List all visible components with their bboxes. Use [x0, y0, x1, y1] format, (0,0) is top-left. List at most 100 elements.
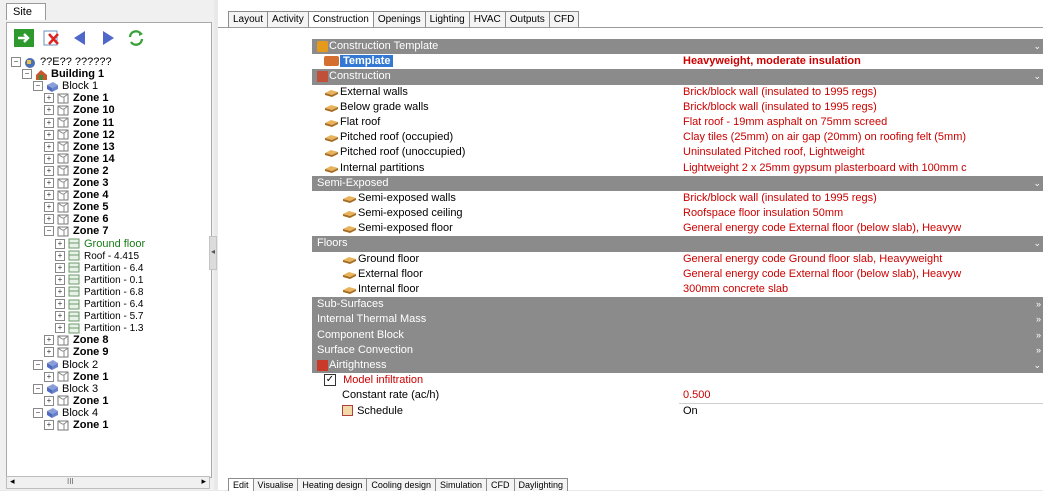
collapse-minus-icon[interactable]: −	[33, 383, 43, 394]
property-value[interactable]: Clay tiles (25mm) on air gap (20mm) on r…	[683, 130, 966, 145]
property-value[interactable]: General energy code Ground floor slab, H…	[683, 252, 942, 267]
property-value[interactable]: Roofspace floor insulation 50mm	[683, 206, 843, 221]
property-row[interactable]: External floor General energy code Extern…	[312, 267, 1043, 282]
tab-outputs[interactable]: Outputs	[504, 11, 549, 28]
tab-openings[interactable]: Openings	[372, 11, 425, 28]
tree-node-zone[interactable]: + Zone 3	[44, 177, 108, 190]
property-row[interactable]: Flat roof Flat roof - 19mm asphalt on 75m…	[312, 115, 1043, 130]
tree-node-zone[interactable]: + Zone 6	[44, 213, 108, 226]
expand-plus-icon[interactable]: +	[44, 395, 54, 406]
schedule-row[interactable]: Schedule On	[312, 404, 1043, 419]
property-value[interactable]: Flat roof - 19mm asphalt on 75mm screed	[683, 115, 887, 130]
tree-node-zone[interactable]: + Zone 12	[44, 129, 115, 142]
expand-plus-icon[interactable]: +	[55, 323, 65, 334]
expand-plus-icon[interactable]: +	[44, 178, 54, 189]
delete-icon[interactable]	[41, 28, 63, 48]
expand-plus-icon[interactable]: +	[44, 141, 54, 152]
property-row[interactable]: Semi-exposed walls Brick/block wall (insu…	[312, 191, 1043, 206]
bottom-tab-visualise[interactable]: Visualise	[252, 478, 298, 491]
tree-node-zone[interactable]: + Zone 8	[44, 334, 108, 347]
tree-node-zone[interactable]: + Zone 1	[44, 395, 108, 408]
tab-hvac[interactable]: HVAC	[468, 11, 505, 28]
expand-plus-icon[interactable]: +	[44, 93, 54, 104]
collapse-arrow-icon[interactable]: ◂	[211, 247, 215, 256]
property-value[interactable]: 300mm concrete slab	[683, 282, 788, 297]
bottom-tab-daylighting[interactable]: Daylighting	[513, 478, 569, 491]
expand-plus-icon[interactable]: +	[44, 153, 54, 164]
property-row[interactable]: Ground floor General energy code Ground f…	[312, 252, 1043, 267]
constant-rate-input[interactable]: 0.500	[683, 388, 711, 403]
expand-plus-icon[interactable]: +	[44, 347, 54, 358]
property-value[interactable]: Brick/block wall (insulated to 1995 regs…	[683, 85, 877, 100]
tab-layout[interactable]: Layout	[228, 11, 268, 28]
property-value[interactable]: Brick/block wall (insulated to 1995 regs…	[683, 191, 877, 206]
collapse-minus-icon[interactable]: −	[33, 81, 43, 92]
tab-construction[interactable]: Construction	[307, 11, 373, 28]
tab-cfd[interactable]: CFD	[548, 11, 580, 28]
tree-node-surface[interactable]: + Ground floor	[55, 238, 145, 251]
bottom-tab-edit[interactable]: Edit	[228, 478, 253, 491]
section-internal-thermal-mass[interactable]: Internal Thermal Mass »	[312, 312, 1043, 328]
tab-activity[interactable]: Activity	[267, 11, 308, 28]
tree-node-zone[interactable]: + Zone 10	[44, 104, 115, 117]
refresh-icon[interactable]	[125, 28, 147, 48]
property-row[interactable]: Internal floor 300mm concrete slab	[312, 282, 1043, 297]
tree-node-surface[interactable]: + Partition - 0.1	[55, 274, 143, 287]
expand-plus-icon[interactable]: +	[55, 286, 65, 297]
collapse-minus-icon[interactable]: −	[33, 359, 43, 370]
section-airtightness[interactable]: Airtightness ⌄	[312, 357, 1043, 374]
expand-chevron-icon[interactable]: »	[1036, 328, 1041, 343]
section-semi-exposed[interactable]: Semi-Exposed ⌄	[312, 175, 1043, 191]
tree-node-zone[interactable]: + Zone 14	[44, 153, 115, 166]
tree-node-zone[interactable]: + Zone 1	[44, 419, 108, 432]
expand-plus-icon[interactable]: +	[44, 190, 54, 201]
constant-rate-row[interactable]: Constant rate (ac/h) 0.500	[312, 388, 1043, 404]
tree-node-zone[interactable]: + Zone 11	[44, 117, 114, 130]
template-value[interactable]: Heavyweight, moderate insulation	[683, 54, 861, 69]
scroll-thumb-grip[interactable]: III	[67, 477, 74, 486]
property-row[interactable]: Below grade walls Brick/block wall (insul…	[312, 100, 1043, 115]
section-component-block[interactable]: Component Block »	[312, 327, 1043, 343]
expand-plus-icon[interactable]: +	[55, 311, 65, 322]
tree-node-building[interactable]: − Building 1	[22, 68, 104, 81]
expand-chevron-icon[interactable]: »	[1036, 297, 1041, 312]
tree-node-surface[interactable]: + Partition - 6.4	[55, 298, 143, 311]
section-construction-template[interactable]: Construction Template ⌄	[312, 39, 1043, 55]
expand-plus-icon[interactable]: +	[44, 117, 54, 128]
property-row[interactable]: Pitched roof (unoccupied) Uninsulated Pit…	[312, 145, 1043, 160]
property-value[interactable]: Brick/block wall (insulated to 1995 regs…	[683, 100, 877, 115]
tree-node-block[interactable]: − Block 3	[33, 383, 98, 396]
expand-plus-icon[interactable]: +	[55, 238, 65, 249]
go-icon[interactable]	[13, 28, 35, 48]
expand-plus-icon[interactable]: +	[55, 250, 65, 261]
collapse-chevron-icon[interactable]: ⌄	[1033, 39, 1041, 54]
prev-icon[interactable]	[69, 28, 91, 48]
property-value[interactable]: General energy code External floor (belo…	[683, 221, 961, 236]
tree-node-block[interactable]: − Block 4	[33, 407, 98, 420]
section-floors[interactable]: Floors ⌄	[312, 236, 1043, 252]
property-row[interactable]: Semi-exposed ceiling Roofspace floor insu…	[312, 206, 1043, 221]
tree-node-surface[interactable]: + Partition - 6.8	[55, 286, 143, 299]
expand-plus-icon[interactable]: +	[44, 420, 54, 431]
property-row[interactable]: Internal partitions Lightweight 2 x 25mm …	[312, 161, 1043, 176]
expand-plus-icon[interactable]: +	[44, 335, 54, 346]
scroll-right-icon[interactable]: ▸	[201, 476, 206, 487]
model-infiltration-row[interactable]: ✓ Model infiltration	[312, 373, 1043, 388]
tree-node-zone[interactable]: + Zone 5	[44, 201, 108, 214]
collapse-chevron-icon[interactable]: ⌄	[1033, 358, 1041, 373]
collapse-minus-icon[interactable]: −	[33, 407, 43, 418]
tree-node-zone[interactable]: + Zone 1	[44, 92, 108, 105]
tree-node-surface[interactable]: + Roof - 4.415	[55, 250, 139, 263]
property-value[interactable]: Uninsulated Pitched roof, Lightweight	[683, 145, 865, 160]
property-row[interactable]: Semi-exposed floor General energy code Ex…	[312, 221, 1043, 236]
expand-plus-icon[interactable]: +	[44, 165, 54, 176]
tab-lighting[interactable]: Lighting	[424, 11, 469, 28]
tree-node-surface[interactable]: + Partition - 5.7	[55, 310, 143, 323]
next-icon[interactable]	[97, 28, 119, 48]
property-row[interactable]: External walls Brick/block wall (insulate…	[312, 85, 1043, 100]
tree-node-zone[interactable]: + Zone 1	[44, 371, 108, 384]
section-surface-convection[interactable]: Surface Convection »	[312, 342, 1043, 358]
bottom-tab-heating-design[interactable]: Heating design	[297, 478, 367, 491]
bottom-tab-cfd[interactable]: CFD	[486, 478, 514, 491]
collapse-minus-icon[interactable]: −	[22, 69, 32, 80]
